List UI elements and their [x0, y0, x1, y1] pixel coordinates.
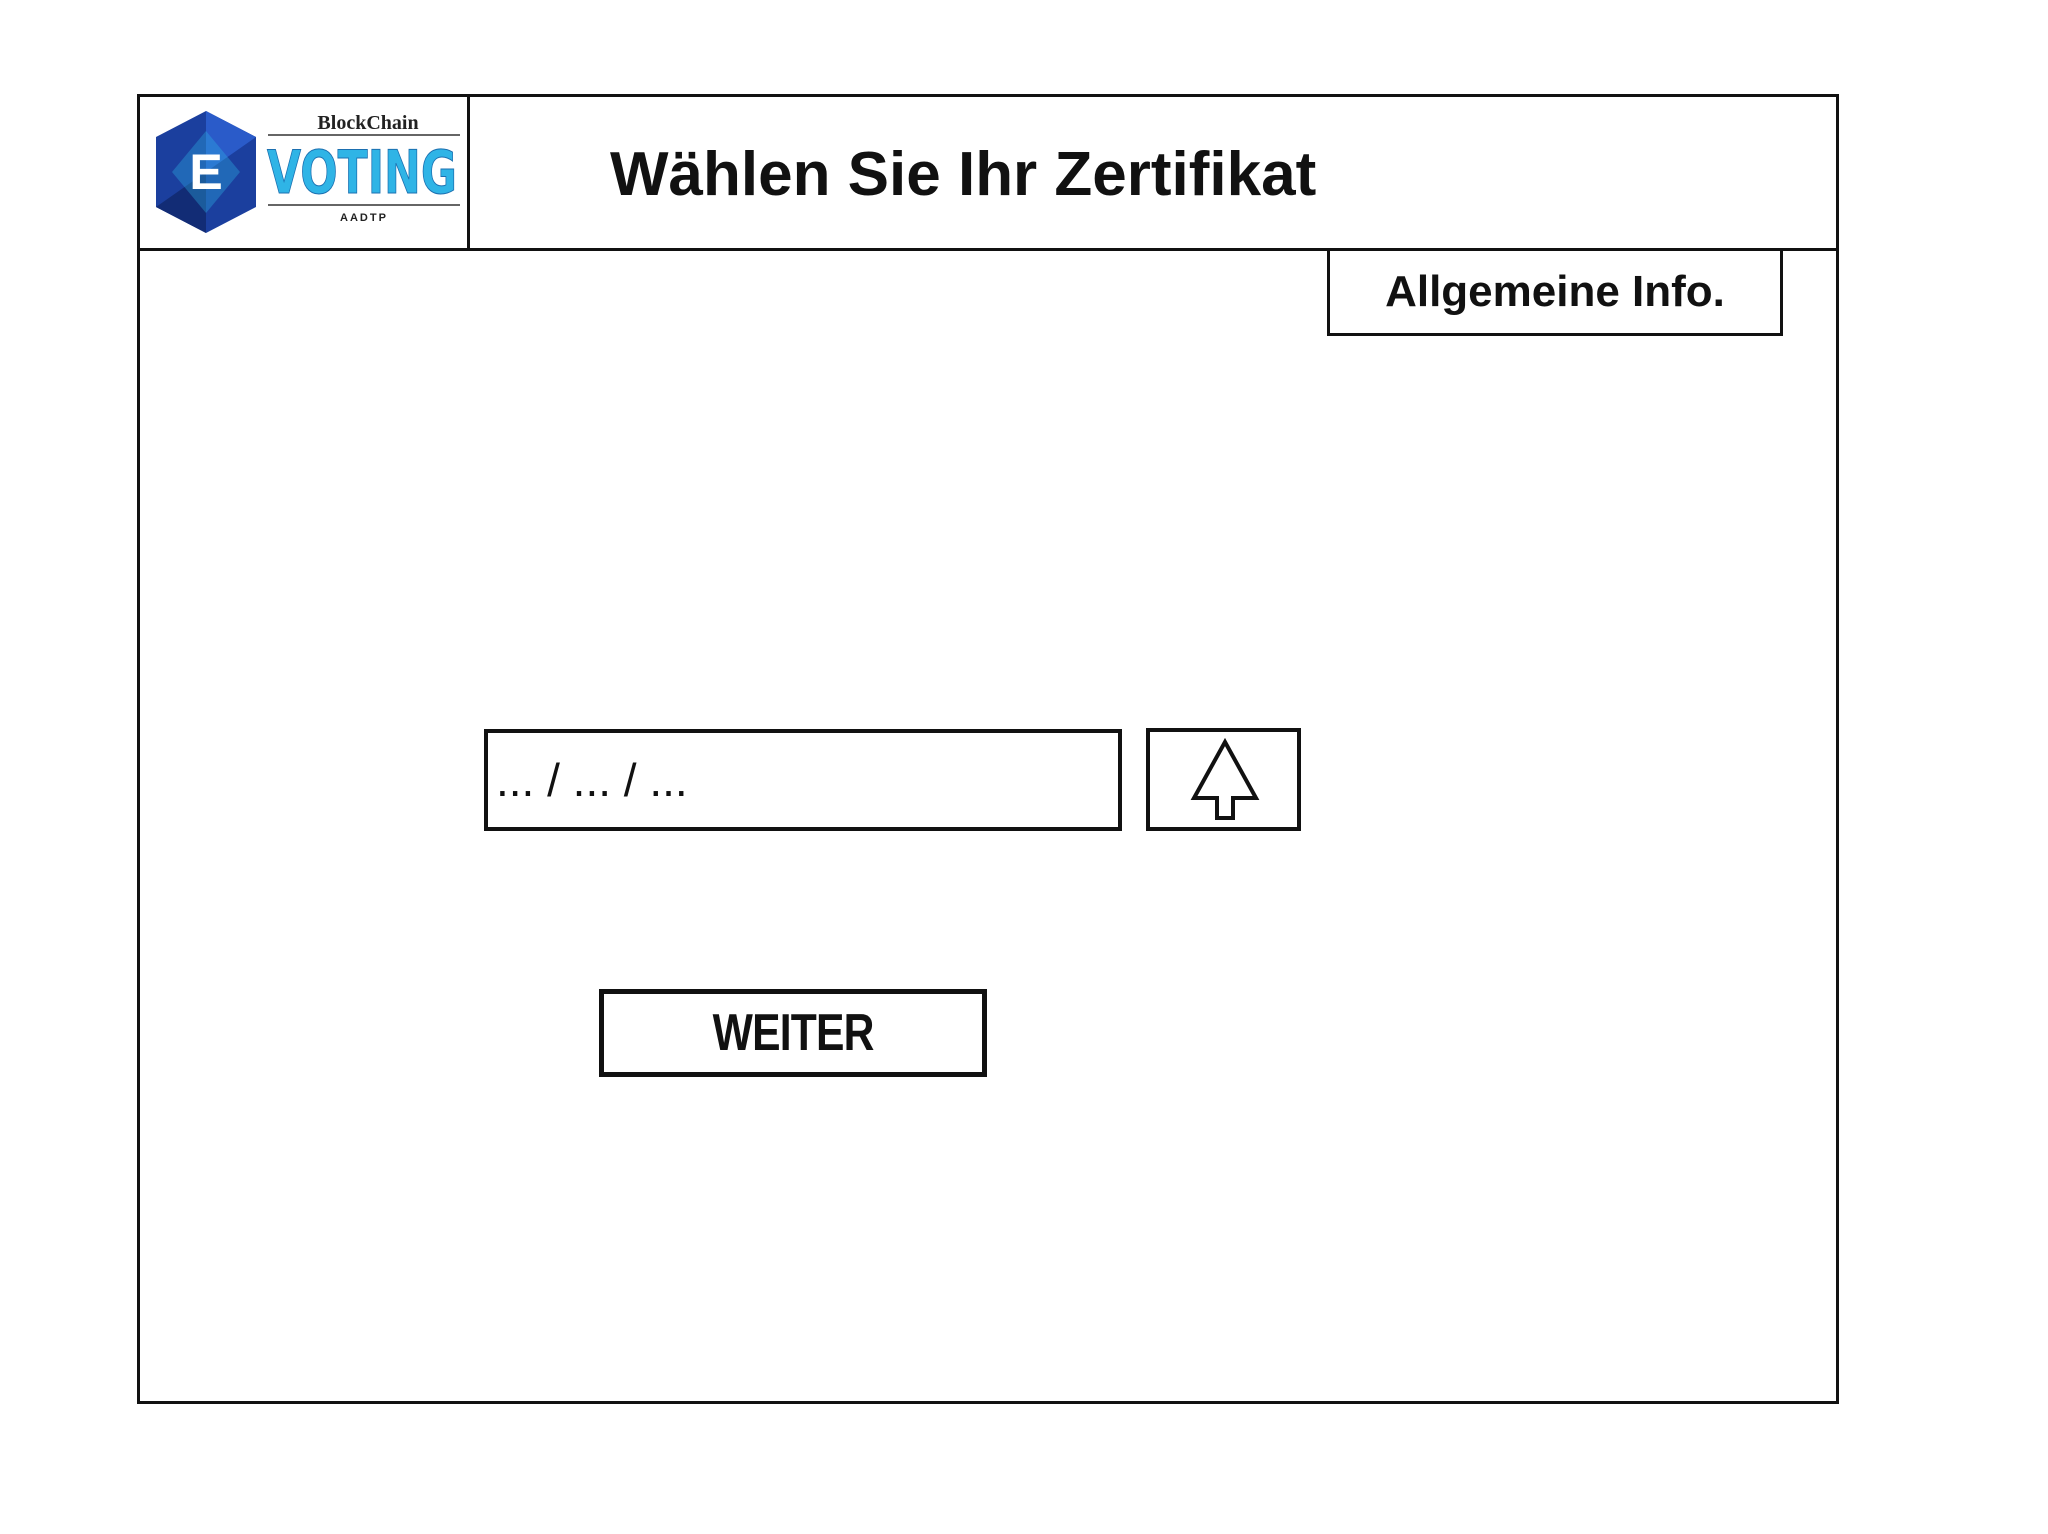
next-button[interactable]: WEITER [599, 989, 987, 1077]
logo-sub-text: AADTP [340, 212, 388, 224]
upload-arrow-icon [1190, 737, 1260, 820]
logo-letter: E [189, 144, 222, 200]
general-info-button[interactable]: Allgemeine Info. [1327, 248, 1783, 336]
next-button-label: WEITER [712, 1004, 875, 1062]
upload-button[interactable] [1146, 728, 1301, 831]
app-window: E BlockChain VOTING AADTP Wählen Sie Ihr… [137, 94, 1839, 1404]
logo-main-text: VOTING [267, 138, 457, 208]
header-bar: E BlockChain VOTING AADTP Wählen Sie Ihr… [140, 97, 1836, 251]
blockchain-evoting-logo: E BlockChain VOTING AADTP [156, 111, 460, 233]
certificate-path-input[interactable] [484, 729, 1122, 831]
page-title: Wählen Sie Ihr Zertifikat [610, 140, 1317, 209]
logo-top-text: BlockChain [317, 112, 418, 134]
logo-panel: E BlockChain VOTING AADTP [140, 97, 470, 248]
